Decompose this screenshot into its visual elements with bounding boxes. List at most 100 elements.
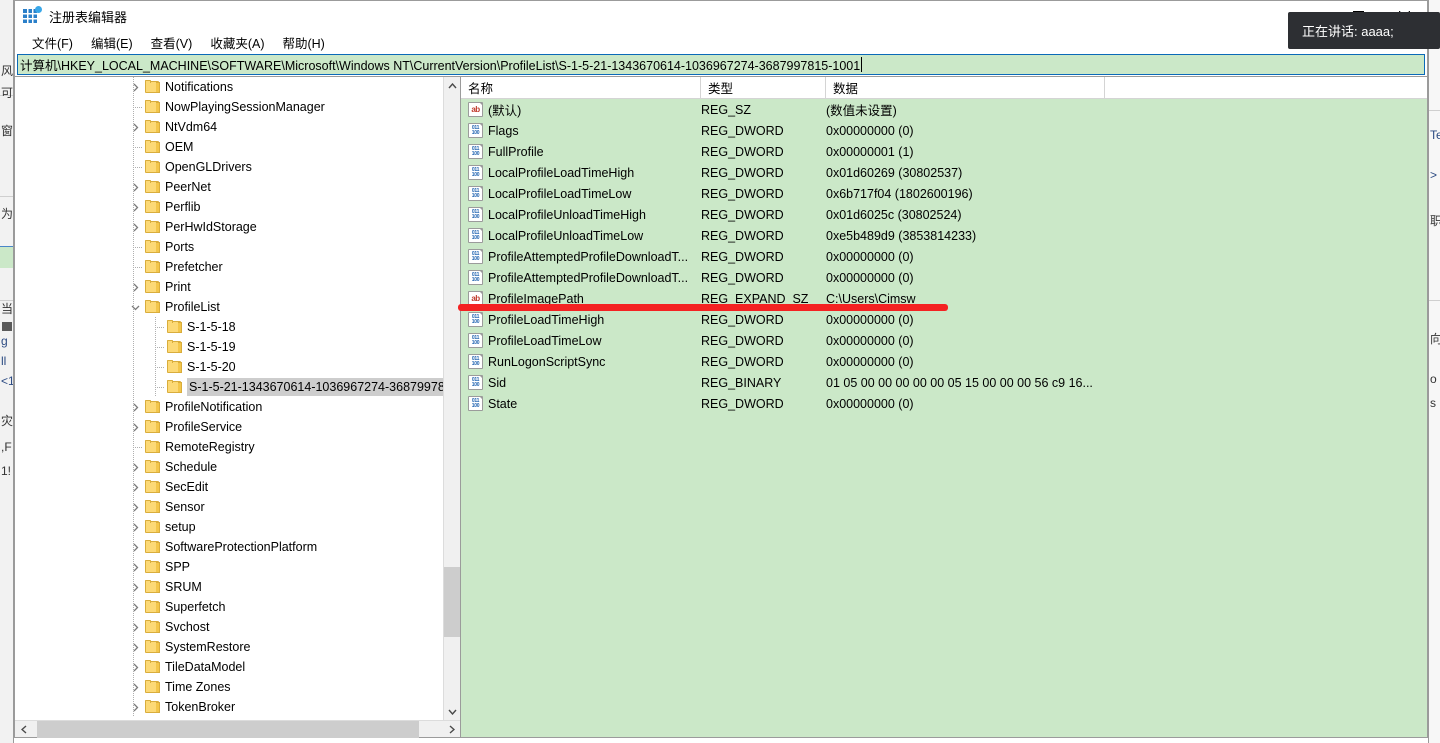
tree-item[interactable]: SoftwareProtectionPlatform — [15, 537, 460, 557]
tree-item[interactable]: SRUM — [15, 577, 460, 597]
title-bar[interactable]: 注册表编辑器 — [15, 1, 1427, 31]
chevron-right-icon[interactable] — [127, 597, 143, 617]
chevron-right-icon[interactable] — [127, 77, 143, 97]
tree-scroll-area[interactable]: Notifications NowPlayingSessionManager NtV… — [15, 77, 460, 720]
value-row[interactable]: 011 100 LocalProfileLoadTimeLow REG_DWORD 0x… — [461, 183, 1427, 204]
menu-view[interactable]: 查看(V) — [142, 31, 202, 54]
tree-horizontal-scrollbar[interactable] — [15, 720, 460, 738]
tree-vertical-scrollbar[interactable] — [443, 77, 460, 720]
tree-item-label: SPP — [165, 560, 191, 574]
tree-item[interactable]: SystemRestore — [15, 637, 460, 657]
column-type[interactable]: 类型 — [701, 77, 826, 98]
tree-item[interactable]: OEM — [15, 137, 460, 157]
tree-item[interactable]: S-1-5-18 — [15, 317, 460, 337]
value-name-cell: 011 100 LocalProfileUnloadTimeLow — [461, 228, 701, 243]
menu-help[interactable]: 帮助(H) — [273, 31, 333, 54]
chevron-right-icon[interactable] — [127, 217, 143, 237]
tree-item-selected[interactable]: S-1-5-21-1343670614-1036967274-368799781… — [15, 377, 460, 397]
address-bar[interactable]: 计算机\HKEY_LOCAL_MACHINE\SOFTWARE\Microsof… — [17, 54, 1425, 75]
chevron-right-icon[interactable] — [127, 457, 143, 477]
chevron-right-icon[interactable] — [127, 117, 143, 137]
value-name-text: ProfileLoadTimeLow — [488, 333, 602, 348]
value-row[interactable]: 011 100 Flags REG_DWORD 0x00000000 (0) — [461, 120, 1427, 141]
scroll-down-icon[interactable] — [444, 703, 460, 720]
scroll-right-icon[interactable] — [443, 721, 460, 738]
value-row[interactable]: 011 100 Sid REG_BINARY 01 05 00 00 00 00 00 … — [461, 372, 1427, 393]
value-row[interactable]: 011 100 FullProfile REG_DWORD 0x00000001 (1) — [461, 141, 1427, 162]
value-row[interactable]: 011 100 ProfileLoadTimeLow REG_DWORD 0x00000… — [461, 330, 1427, 351]
value-name-cell: 011 100 ProfileLoadTimeLow — [461, 333, 701, 348]
chevron-right-icon[interactable] — [127, 637, 143, 657]
value-row[interactable]: 011 100 LocalProfileUnloadTimeHigh REG_DWOR… — [461, 204, 1427, 225]
tree-scroll-thumb[interactable] — [444, 567, 460, 637]
tree-item[interactable]: NowPlayingSessionManager — [15, 97, 460, 117]
tree-item[interactable]: Notifications — [15, 77, 460, 97]
tree-hscroll-thumb[interactable] — [37, 721, 419, 738]
background-window-right[interactable]: Te > 职 向 o s — [1428, 0, 1440, 743]
chevron-right-icon[interactable] — [127, 417, 143, 437]
chevron-right-icon[interactable] — [127, 617, 143, 637]
menu-edit[interactable]: 编辑(E) — [82, 31, 142, 54]
scroll-left-icon[interactable] — [15, 721, 32, 738]
tree-item[interactable]: PerHwIdStorage — [15, 217, 460, 237]
scroll-up-icon[interactable] — [444, 77, 460, 94]
tree-item[interactable]: TokenBroker — [15, 697, 460, 717]
chevron-right-icon[interactable] — [127, 177, 143, 197]
tree-item[interactable]: PeerNet — [15, 177, 460, 197]
tree-item[interactable]: Perflib — [15, 197, 460, 217]
tree-item[interactable]: ProfileNotification — [15, 397, 460, 417]
tree-item[interactable]: Print — [15, 277, 460, 297]
chevron-right-icon[interactable] — [127, 497, 143, 517]
value-row[interactable]: 011 100 LocalProfileUnloadTimeLow REG_DWORD… — [461, 225, 1427, 246]
tree-item[interactable]: ProfileList — [15, 297, 460, 317]
tree-item[interactable]: Schedule — [15, 457, 460, 477]
value-row[interactable]: 011 100 ProfileLoadTimeHigh REG_DWORD 0x0000… — [461, 309, 1427, 330]
tree-item[interactable]: SPP — [15, 557, 460, 577]
tree-item-label: RemoteRegistry — [165, 440, 255, 454]
chevron-right-icon[interactable] — [127, 517, 143, 537]
chevron-right-icon[interactable] — [127, 477, 143, 497]
value-row[interactable]: 011 100 ProfileAttemptedProfileDownloadT..… — [461, 246, 1427, 267]
menu-favorites[interactable]: 收藏夹(A) — [201, 31, 273, 54]
values-list[interactable]: ab (默认) REG_SZ (数值未设置) 011 100 Flags REG_DWORD 0… — [461, 99, 1427, 737]
tree-item[interactable]: Svchost — [15, 617, 460, 637]
value-row[interactable]: ab (默认) REG_SZ (数值未设置) — [461, 99, 1427, 120]
tree-item[interactable]: setup — [15, 517, 460, 537]
folder-icon — [167, 340, 183, 354]
tree-item[interactable]: SecEdit — [15, 477, 460, 497]
value-row[interactable]: 011 100 RunLogonScriptSync REG_DWORD 0x00000… — [461, 351, 1427, 372]
tree-item[interactable]: Sensor — [15, 497, 460, 517]
chevron-right-icon[interactable] — [127, 197, 143, 217]
tree-item[interactable]: Prefetcher — [15, 257, 460, 277]
value-row[interactable]: 011 100 State REG_DWORD 0x00000000 (0) — [461, 393, 1427, 414]
value-type-text: REG_DWORD — [701, 354, 784, 369]
tree-item[interactable]: NtVdm64 — [15, 117, 460, 137]
menu-file[interactable]: 文件(F) — [23, 31, 82, 54]
tree-item[interactable]: RemoteRegistry — [15, 437, 460, 457]
chevron-right-icon[interactable] — [127, 657, 143, 677]
value-name-cell: 011 100 LocalProfileLoadTimeLow — [461, 186, 701, 201]
tree-item[interactable]: TileDataModel — [15, 657, 460, 677]
chevron-right-icon[interactable] — [127, 577, 143, 597]
column-name[interactable]: 名称 — [461, 77, 701, 98]
background-window-left[interactable]: 风 可 窗 为 当 g ll <1 灾 ,F 1! — [0, 0, 14, 743]
column-data[interactable]: 数据 — [826, 77, 1105, 98]
value-type-text: REG_DWORD — [701, 144, 784, 159]
chevron-right-icon[interactable] — [127, 277, 143, 297]
chevron-right-icon[interactable] — [127, 677, 143, 697]
value-row[interactable]: 011 100 LocalProfileLoadTimeHigh REG_DWORD 0… — [461, 162, 1427, 183]
tree-item[interactable]: S-1-5-20 — [15, 357, 460, 377]
value-row[interactable]: 011 100 ProfileAttemptedProfileDownloadT..… — [461, 267, 1427, 288]
tree-item[interactable]: Superfetch — [15, 597, 460, 617]
chevron-right-icon[interactable] — [127, 557, 143, 577]
tree-item[interactable]: OpenGLDrivers — [15, 157, 460, 177]
chevron-right-icon[interactable] — [127, 697, 143, 717]
chevron-down-icon[interactable] — [127, 297, 143, 317]
tree-item[interactable]: Ports — [15, 237, 460, 257]
chevron-right-icon[interactable] — [127, 397, 143, 417]
tree-item[interactable]: Time Zones — [15, 677, 460, 697]
tree-item[interactable]: ProfileService — [15, 417, 460, 437]
tree-item[interactable]: S-1-5-19 — [15, 337, 460, 357]
value-name-text: FullProfile — [488, 144, 544, 159]
chevron-right-icon[interactable] — [127, 537, 143, 557]
